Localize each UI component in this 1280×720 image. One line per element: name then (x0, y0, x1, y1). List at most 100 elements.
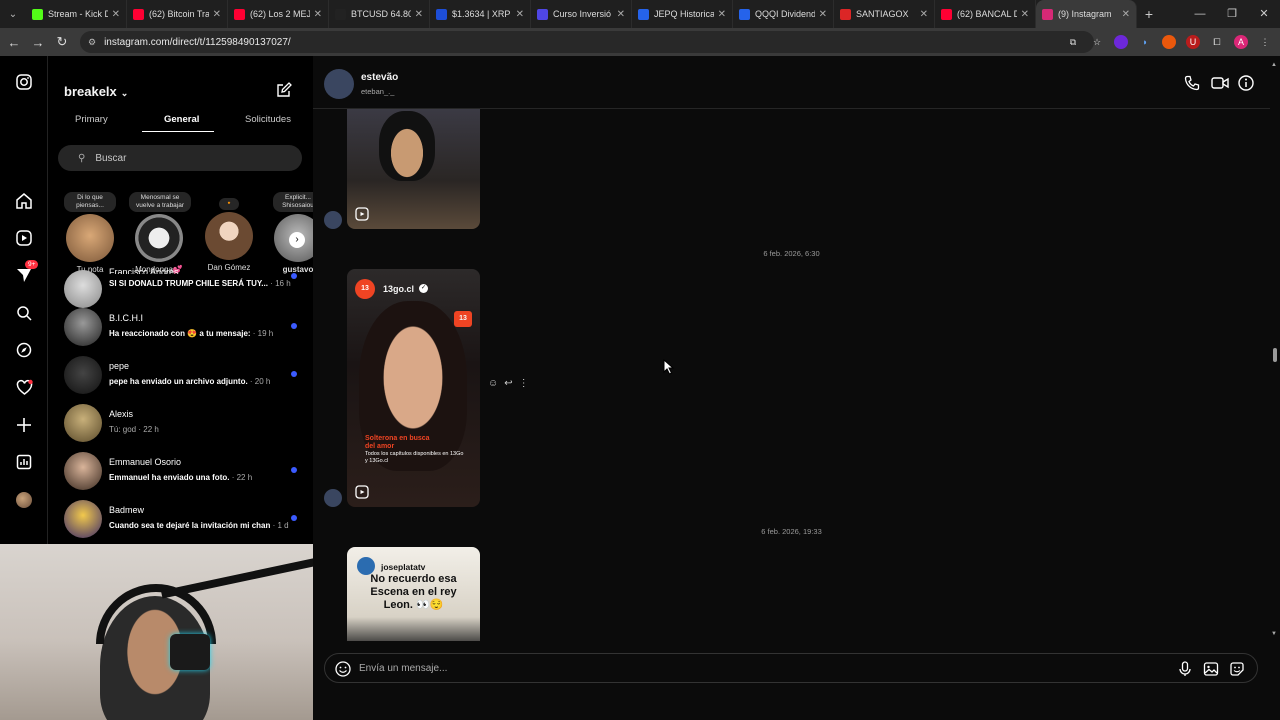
browser-menu-icon[interactable]: ⋮ (1258, 35, 1272, 49)
browser-tab[interactable]: JEPQ Historical ✕ (632, 0, 733, 28)
conversation-preview: Ha reaccionado con 😍 a tu mensaje: · 19 … (109, 329, 274, 338)
scrollbar-thumb[interactable] (1273, 348, 1277, 362)
tab-requests[interactable]: Solicitudes (245, 114, 291, 125)
minimize-icon[interactable]: — (1184, 0, 1216, 28)
close-tab-icon[interactable]: ✕ (1021, 9, 1029, 20)
note-item[interactable]: Menosmal se vuelve a trabajar Mondonga💕 (129, 192, 191, 274)
messages-icon[interactable]: 9+ (14, 260, 39, 285)
x-icon (436, 8, 447, 20)
conversation-preview: Tú: god · 22 h (109, 425, 159, 434)
note-item[interactable]: 🔸 Dan Gómez (199, 192, 259, 272)
browser-tab[interactable]: Curso Inversió ✕ (531, 0, 632, 28)
conversation-item[interactable]: B.I.C.H.I Ha reaccionado con 😍 a tu mens… (48, 304, 313, 352)
extension-icon[interactable]: ◗ (1138, 35, 1152, 49)
search-input[interactable]: ⚲ Buscar (58, 145, 302, 171)
tab-primary[interactable]: Primary (75, 114, 108, 125)
bookmark-star-icon[interactable]: ☆ (1090, 35, 1104, 49)
explore-compass-icon[interactable] (14, 340, 34, 360)
back-icon[interactable]: ← (2, 35, 26, 50)
browser-tab[interactable]: (62) Bitcoin Tra ✕ (127, 0, 228, 28)
scroll-up-arrow-icon[interactable]: ▲ (1271, 62, 1277, 68)
notification-badge: 9+ (25, 260, 39, 269)
create-plus-icon[interactable] (14, 415, 34, 435)
browser-tab[interactable]: Stream - Kick D ✕ (26, 0, 127, 28)
shared-reel[interactable] (347, 109, 480, 229)
close-tab-icon[interactable]: ✕ (819, 9, 827, 20)
notes-row: Di lo que piensas... Tu nota Menosmal se… (48, 192, 313, 277)
instagram-nav-rail: 9+ (0, 56, 48, 544)
close-tab-icon[interactable]: ✕ (920, 9, 928, 20)
scroll-down-arrow-icon[interactable]: ▼ (1271, 631, 1277, 637)
browser-tab[interactable]: SANTIAGOX ✕ (834, 0, 935, 28)
notes-next-arrow-icon[interactable]: › (289, 232, 305, 248)
browser-tab[interactable]: (62) BANCAL D ✕ (935, 0, 1036, 28)
message-composer[interactable]: Envía un mensaje... (324, 653, 1258, 683)
maximize-icon[interactable]: ❐ (1216, 0, 1248, 28)
close-tab-icon[interactable]: ✕ (516, 9, 524, 20)
tab-search-icon[interactable]: ⌄ (0, 0, 26, 28)
react-emoji-icon[interactable]: ☺ (488, 378, 498, 389)
browser-tab[interactable]: $1.3634 | XRP ✕ (430, 0, 531, 28)
home-icon[interactable] (14, 191, 34, 211)
notifications-heart-icon[interactable] (14, 377, 34, 397)
dm-tabs: Primary General Solicitudes (48, 114, 313, 136)
phone-call-icon[interactable] (1184, 75, 1200, 91)
conversation-item[interactable]: Emmanuel Osorio Emmanuel ha enviado una … (48, 448, 313, 496)
dashboard-chart-icon[interactable] (14, 452, 34, 472)
new-tab-button[interactable]: + (1137, 6, 1161, 22)
new-message-icon[interactable] (276, 82, 292, 98)
ublock-icon[interactable]: U (1186, 35, 1200, 49)
info-icon[interactable] (1238, 75, 1254, 91)
shared-reel[interactable]: 13 13go.cl ✓ 13 Solterona en busca del a… (347, 269, 480, 507)
reload-icon[interactable]: ↻ (50, 34, 74, 50)
image-upload-icon[interactable] (1203, 661, 1219, 677)
chat-avatar[interactable] (324, 69, 354, 99)
note-item[interactable]: Di lo que piensas... Tu nota (60, 192, 120, 274)
chat-name[interactable]: estevão (361, 72, 398, 83)
site-info-icon[interactable]: ⚙ (88, 37, 96, 48)
close-tab-icon[interactable]: ✕ (415, 9, 423, 20)
page-scrollbar[interactable]: ▲ ▼ (1270, 56, 1280, 720)
microphone-icon[interactable] (1177, 661, 1193, 677)
close-tab-icon[interactable]: ✕ (1122, 9, 1130, 20)
note-item[interactable]: Explicit... Shisosaiou gustavo (268, 192, 313, 274)
close-tab-icon[interactable]: ✕ (617, 9, 625, 20)
video-call-icon[interactable] (1211, 75, 1229, 91)
close-tab-icon[interactable]: ✕ (112, 9, 120, 20)
browser-tab[interactable]: QQQI Dividend ✕ (733, 0, 834, 28)
close-window-icon[interactable]: ✕ (1248, 0, 1280, 28)
browser-tab-title: (62) BANCAL D (957, 9, 1017, 19)
conversation-name: pepe (109, 361, 130, 371)
install-app-icon[interactable]: ⧉ (1066, 35, 1080, 49)
browser-tab[interactable]: (62) Los 2 MEJ ✕ (228, 0, 329, 28)
more-options-icon[interactable]: ⋮ (519, 378, 529, 389)
conversation-item[interactable]: pepe pepe ha enviado un archivo adjunto.… (48, 352, 313, 400)
conversation-item[interactable]: Alexis Tú: god · 22 h (48, 400, 313, 448)
close-tab-icon[interactable]: ✕ (314, 9, 322, 20)
reel-subcaption: Todos los capítulos disponibles en 13Go … (365, 451, 464, 464)
message-input[interactable]: Envía un mensaje... (359, 663, 447, 674)
conversation-item[interactable]: Badmew Cuando sea te dejaré la invitació… (48, 496, 313, 544)
emoji-icon[interactable] (335, 661, 351, 677)
browser-tab[interactable]: (9) Instagram ✕ (1036, 0, 1137, 28)
close-tab-icon[interactable]: ✕ (213, 9, 221, 20)
browser-tab[interactable]: BTCUSD 64.80 ✕ (329, 0, 430, 28)
sticker-icon[interactable] (1229, 661, 1245, 677)
reply-icon[interactable]: ↩ (504, 378, 512, 389)
profile-avatar[interactable]: A (1234, 35, 1248, 49)
extensions-puzzle-icon[interactable]: ⧠ (1210, 35, 1224, 49)
extension-icon[interactable] (1114, 35, 1128, 49)
shared-reel[interactable]: joseplatatv No recuerdo esa Escena en el… (347, 547, 480, 641)
account-switcher[interactable]: breakelx ⌄ (64, 84, 128, 99)
note-bubble: Explicit... Shisosaiou (273, 192, 313, 212)
close-tab-icon[interactable]: ✕ (718, 9, 726, 20)
tab-general[interactable]: General (164, 114, 199, 125)
forward-icon[interactable]: → (26, 35, 50, 50)
instagram-logo-icon[interactable] (14, 72, 34, 92)
extension-icon[interactable] (1162, 35, 1176, 49)
sender-avatar (324, 489, 342, 507)
reels-icon[interactable] (14, 228, 34, 248)
search-icon[interactable] (14, 303, 34, 323)
url-field[interactable]: ⚙ instagram.com/direct/t/112598490137027… (80, 31, 1094, 53)
profile-avatar-icon[interactable] (14, 490, 34, 510)
